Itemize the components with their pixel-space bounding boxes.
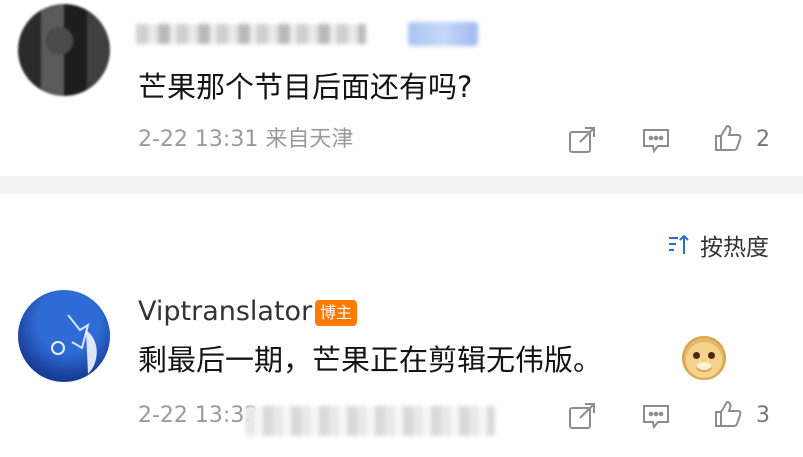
username-blurred[interactable] (136, 24, 366, 44)
user-badge-blurred (408, 22, 478, 46)
comment-text: 剩最后一期，芒果正在剪辑无伟版。 (138, 343, 603, 377)
comment-item: 芒果那个节目后面还有吗? 2-22 13:31 来自天津 2 (0, 0, 803, 176)
comment-meta: 2-22 13:32 (138, 402, 258, 430)
location-blurred (245, 406, 495, 436)
avatar[interactable] (18, 4, 110, 96)
comment-icon[interactable] (640, 400, 672, 432)
section-divider (0, 176, 803, 194)
share-icon[interactable] (566, 124, 598, 156)
username[interactable]: Viptranslator (138, 296, 312, 328)
share-icon[interactable] (566, 400, 598, 432)
comment-location: 来自天津 (265, 127, 354, 152)
comment-timestamp: 2-22 13:32 (138, 403, 259, 428)
thumbs-up-icon[interactable] (712, 398, 744, 430)
thumbs-up-icon[interactable] (712, 122, 744, 154)
avatar[interactable] (18, 290, 110, 382)
comment-item: Viptranslator 博主 剩最后一期，芒果正在剪辑无伟版。 2-22 1… (0, 194, 803, 457)
like-count: 3 (756, 403, 770, 428)
blogger-badge: 博主 (315, 300, 358, 326)
avatar-decoration (51, 314, 97, 374)
comment-icon[interactable] (640, 124, 672, 156)
comment-timestamp: 2-22 13:31 (138, 127, 259, 152)
comment-text: 芒果那个节目后面还有吗? (138, 70, 473, 104)
comment-meta: 2-22 13:31 来自天津 (138, 126, 353, 154)
doge-emoji-icon (682, 336, 726, 380)
like-count: 2 (756, 127, 770, 152)
